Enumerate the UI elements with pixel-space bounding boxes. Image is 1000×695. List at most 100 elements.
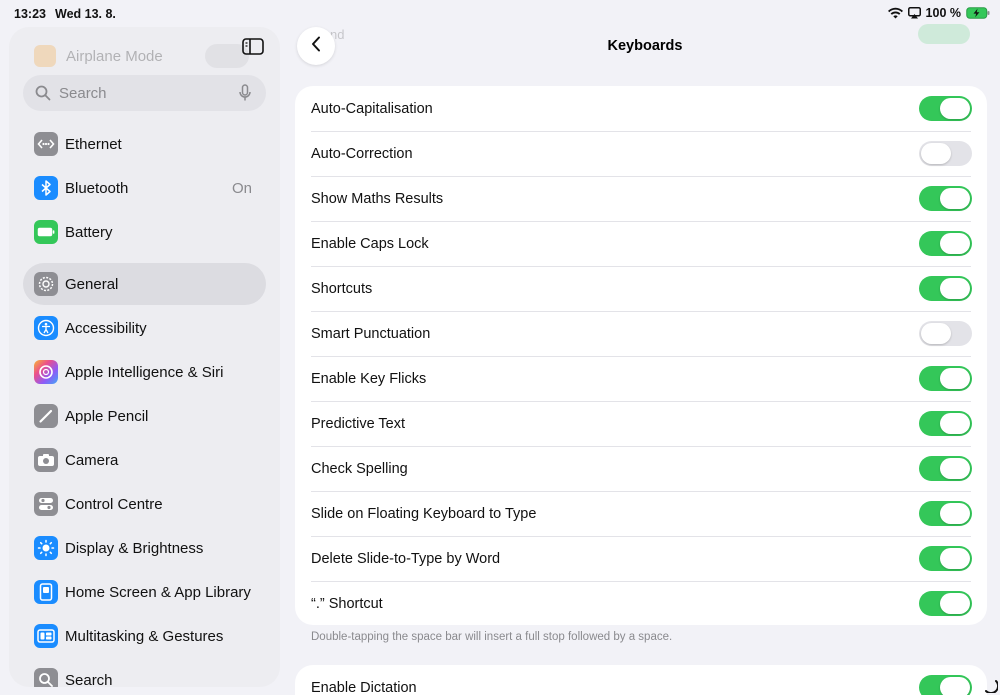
- sidebar-item-label: Ethernet: [65, 135, 122, 153]
- toggle-knob: [940, 548, 970, 569]
- setting-label: Enable Caps Lock: [311, 235, 429, 252]
- siri-icon: [34, 360, 58, 384]
- multitasking-icon: [34, 624, 58, 648]
- setting-label: Auto-Correction: [311, 145, 413, 162]
- sidebar-item-label: General: [65, 275, 119, 293]
- bluetooth-status: On: [231, 179, 252, 197]
- search-icon: [35, 85, 51, 101]
- airplane-icon: [34, 45, 56, 67]
- wifi-icon: [887, 7, 903, 19]
- bluetooth-icon: [34, 176, 58, 200]
- battery-charging-icon: [966, 7, 990, 19]
- sidebar-item-camera[interactable]: Camera: [23, 439, 266, 481]
- sidebar: Airplane Mode Search Ethernet Bluetooth …: [9, 27, 280, 687]
- sidebar-item-label: Bluetooth: [65, 179, 129, 197]
- search-input[interactable]: Search: [23, 75, 266, 111]
- toggle-knob: [921, 143, 951, 164]
- sidebar-item-ethernet[interactable]: Ethernet: [23, 123, 266, 165]
- auto-correction-toggle[interactable]: [919, 141, 972, 166]
- toggle-knob: [940, 368, 970, 389]
- back-button[interactable]: [297, 27, 335, 65]
- sidebar-item-airplane-mode[interactable]: Airplane Mode: [34, 45, 163, 67]
- setting-row-slide-floating-keyboard: Slide on Floating Keyboard to Type: [295, 491, 987, 536]
- auto-capitalisation-toggle[interactable]: [919, 96, 972, 121]
- sidebar-item-home-screen[interactable]: Home Screen & App Library: [23, 571, 266, 613]
- setting-row-shortcuts: Shortcuts: [295, 266, 987, 311]
- sidebar-item-label: Accessibility: [65, 319, 147, 337]
- setting-label: Enable Key Flicks: [311, 370, 427, 387]
- enable-caps-lock-toggle[interactable]: [919, 231, 972, 256]
- check-spelling-toggle[interactable]: [919, 456, 972, 481]
- predictive-text-toggle[interactable]: [919, 411, 972, 436]
- sidebar-item-apple-intelligence-siri[interactable]: Apple Intelligence & Siri: [23, 351, 266, 393]
- sidebar-item-control-centre[interactable]: Control Centre: [23, 483, 266, 525]
- sidebar-item-bluetooth[interactable]: Bluetooth On: [23, 167, 266, 209]
- sidebar-item-label: Control Centre: [65, 495, 163, 513]
- page-title: Keyboards: [607, 38, 683, 54]
- setting-label: Predictive Text: [311, 415, 406, 432]
- delete-slide-to-type-toggle[interactable]: [919, 546, 972, 571]
- setting-label: Auto-Capitalisation: [311, 100, 433, 117]
- status-date: Wed 13. 8.: [55, 7, 116, 21]
- status-time: 13:23: [14, 7, 46, 21]
- enable-key-flicks-toggle[interactable]: [919, 366, 972, 391]
- setting-row-delete-slide-to-type: Delete Slide-to-Type by Word: [295, 536, 987, 581]
- toggle-knob: [940, 233, 970, 254]
- setting-row-predictive-text: Predictive Text: [295, 401, 987, 446]
- scrolled-toggle: [918, 24, 970, 44]
- search-icon: [34, 668, 58, 687]
- period-shortcut-toggle[interactable]: [919, 591, 972, 616]
- toggle-knob: [940, 188, 970, 209]
- sidebar-item-label: Camera: [65, 451, 119, 469]
- setting-label: Slide on Floating Keyboard to Type: [311, 505, 537, 522]
- microphone-icon[interactable]: [238, 84, 252, 102]
- setting-row-enable-key-flicks: Enable Key Flicks: [295, 356, 987, 401]
- sidebar-item-search[interactable]: Search: [23, 659, 266, 687]
- slide-floating-keyboard-toggle[interactable]: [919, 501, 972, 526]
- toggle-knob: [940, 458, 970, 479]
- shortcuts-toggle[interactable]: [919, 276, 972, 301]
- camera-icon: [34, 448, 58, 472]
- setting-row-smart-punctuation: Smart Punctuation: [295, 311, 987, 356]
- smart-punctuation-toggle[interactable]: [919, 321, 972, 346]
- sidebar-item-apple-pencil[interactable]: Apple Pencil: [23, 395, 266, 437]
- chevron-left-icon: [311, 36, 321, 57]
- dictation-settings-group: Enable Dictation: [295, 665, 987, 695]
- toggle-knob: [940, 413, 970, 434]
- sidebar-item-label: Apple Pencil: [65, 407, 149, 425]
- show-maths-results-toggle[interactable]: [919, 186, 972, 211]
- toggle-knob: [940, 593, 970, 614]
- status-bar: 13:23 Wed 13. 8. 100 %: [0, 0, 1000, 28]
- home-screen-icon: [34, 580, 58, 604]
- setting-row-show-maths-results: Show Maths Results: [295, 176, 987, 221]
- sidebar-item-label: Airplane Mode: [66, 47, 163, 65]
- sidebar-item-multitasking[interactable]: Multitasking & Gestures: [23, 615, 266, 657]
- setting-label: Shortcuts: [311, 280, 373, 297]
- search-placeholder: Search: [59, 84, 107, 102]
- setting-row-check-spelling: Check Spelling: [295, 446, 987, 491]
- screen-mirroring-icon: [907, 7, 921, 19]
- toggle-knob: [940, 98, 970, 119]
- setting-label: Delete Slide-to-Type by Word: [311, 550, 501, 567]
- setting-row-auto-capitalisation: Auto-Capitalisation: [295, 86, 987, 131]
- sidebar-item-label: Search: [65, 671, 113, 688]
- sidebar-item-battery[interactable]: Battery: [23, 211, 266, 253]
- gear-icon: [34, 272, 58, 296]
- sidebar-item-general[interactable]: General: [23, 263, 266, 305]
- toggle-knob: [940, 677, 970, 695]
- sidebar-item-label: Home Screen & App Library: [65, 583, 251, 601]
- keyboard-settings-group: Auto-Capitalisation Auto-Correction Show…: [295, 86, 987, 625]
- battery-icon: [34, 220, 58, 244]
- sidebar-item-label: Apple Intelligence & Siri: [65, 363, 224, 381]
- setting-label: “.” Shortcut: [311, 595, 383, 612]
- period-shortcut-footnote: Double-tapping the space bar will insert…: [311, 631, 673, 643]
- sidebar-toggle-icon[interactable]: [242, 38, 264, 56]
- sidebar-item-display-brightness[interactable]: Display & Brightness: [23, 527, 266, 569]
- setting-label: Enable Dictation: [311, 679, 417, 695]
- toggle-knob: [940, 278, 970, 299]
- sidebar-item-label: Battery: [65, 223, 113, 241]
- enable-dictation-toggle[interactable]: [919, 675, 972, 695]
- sidebar-item-accessibility[interactable]: Accessibility: [23, 307, 266, 349]
- setting-row-auto-correction: Auto-Correction: [295, 131, 987, 176]
- sidebar-item-label: Multitasking & Gestures: [65, 627, 224, 645]
